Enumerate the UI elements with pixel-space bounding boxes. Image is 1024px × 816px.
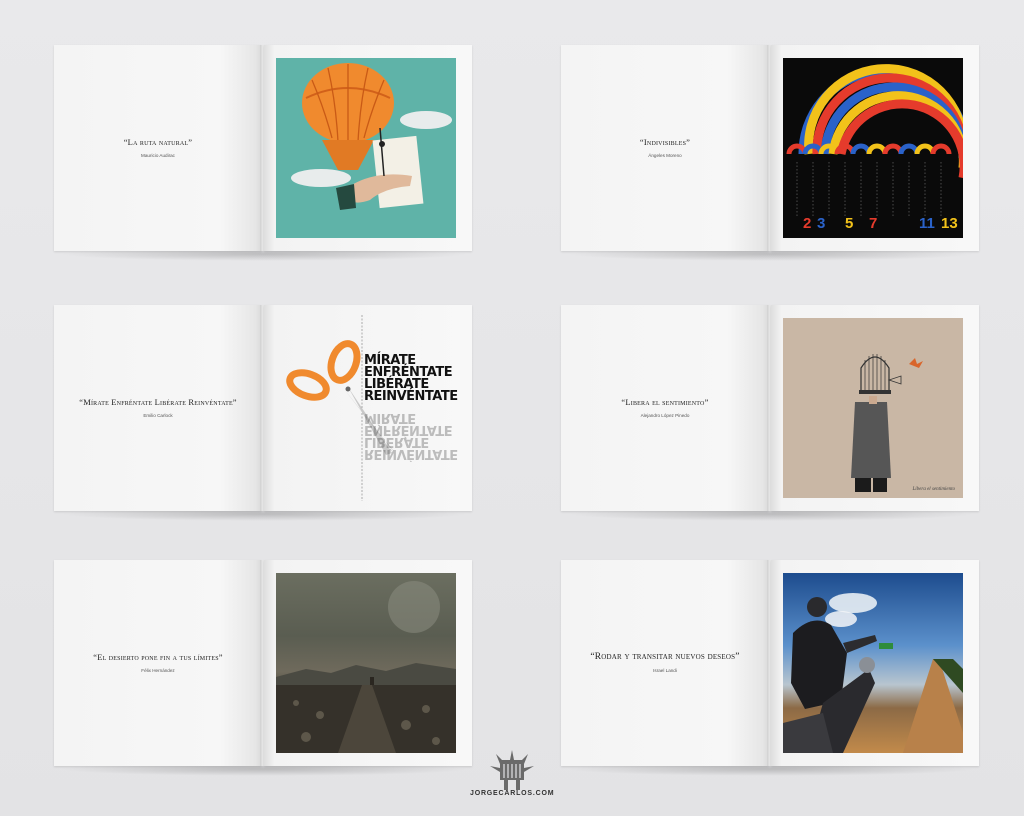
quote-author: Alejandro López Pinedo xyxy=(640,413,690,418)
right-page xyxy=(264,560,472,766)
hot-air-balloon-artwork xyxy=(276,58,456,238)
left-page: “Mírate Enfréntate Libérate Reinvéntate”… xyxy=(54,305,262,511)
left-page: “Libera el sentimiento” Alejandro López … xyxy=(561,305,769,511)
cut-words: MÍRATE ENFRÉNTATE LIBÉRATE REINVÉNTATE xyxy=(364,353,458,404)
desert-moon-photo xyxy=(276,573,456,753)
quote-title: “Indivisibles” xyxy=(639,137,691,147)
right-page: Libera el sentimiento xyxy=(771,305,979,511)
motorcycle-rider-photo xyxy=(783,573,963,753)
book-spread-la-ruta-natural: “La ruta natural” Mauricio Audirac xyxy=(54,45,474,261)
quote-author: Mauricio Audirac xyxy=(141,153,175,158)
left-page: “El desierto pone fin a tus límites” Fél… xyxy=(54,560,262,766)
prime-number: 5 xyxy=(845,215,854,232)
right-page xyxy=(771,560,979,766)
quote-author: Ángeles Moreno xyxy=(648,153,682,158)
right-page xyxy=(264,45,472,251)
prime-number: 11 xyxy=(919,215,935,232)
artwork-signature: Libera el sentimiento xyxy=(912,487,956,492)
prime-arcs-artwork: 2 3 5 7 11 13 xyxy=(783,58,963,238)
left-page: “Rodar y transitar nuevos deseos” Israel… xyxy=(561,560,769,766)
quote-title: “Mírate Enfréntate Libérate Reinvéntate” xyxy=(79,397,237,407)
prime-number: 3 xyxy=(817,215,826,232)
right-page: 2 3 5 7 11 13 xyxy=(771,45,979,251)
birdcage-head-artwork: Libera el sentimiento xyxy=(783,318,963,498)
book-spread-libera-el-sentimiento: “Libera el sentimiento” Alejandro López … xyxy=(561,305,981,521)
quote-author: Emilio Carlock xyxy=(143,413,173,418)
mirrored-words: REINVÉNTATE LIBÉRATE ENFRÉNTATE MÍRATE xyxy=(364,410,458,461)
quote-title: “Libera el sentimiento” xyxy=(621,397,709,407)
quote-author: Félix Hernández xyxy=(141,668,175,673)
quote-title: “El desierto pone fin a tus límites” xyxy=(93,652,223,662)
book-spread-rodar-y-transitar: “Rodar y transitar nuevos deseos” Israel… xyxy=(561,560,981,776)
scissors-icon xyxy=(286,315,394,501)
left-page: “Indivisibles” Ángeles Moreno xyxy=(561,45,769,251)
book-spread-mirate-enfrentate: “Mírate Enfréntate Libérate Reinvéntate”… xyxy=(54,305,474,521)
brand-url[interactable]: JORGECARLOS.COM xyxy=(470,790,554,797)
book-spread-indivisibles: “Indivisibles” Ángeles Moreno 2 3 5 7 11… xyxy=(561,45,981,261)
prime-number: 7 xyxy=(869,215,878,232)
prime-number: 13 xyxy=(941,215,958,232)
quote-title: “Rodar y transitar nuevos deseos” xyxy=(590,652,740,662)
book-spread-el-desierto: “El desierto pone fin a tus límites” Fél… xyxy=(54,560,474,776)
quote-title: “La ruta natural” xyxy=(123,137,193,147)
quote-author: Israel Landi xyxy=(653,668,677,673)
prime-number: 2 xyxy=(803,215,812,232)
right-page: MÍRATE ENFRÉNTATE LIBÉRATE REINVÉNTATE R… xyxy=(264,305,472,511)
left-page: “La ruta natural” Mauricio Audirac xyxy=(54,45,262,251)
prime-number-row: 2 3 5 7 11 13 xyxy=(783,214,963,232)
